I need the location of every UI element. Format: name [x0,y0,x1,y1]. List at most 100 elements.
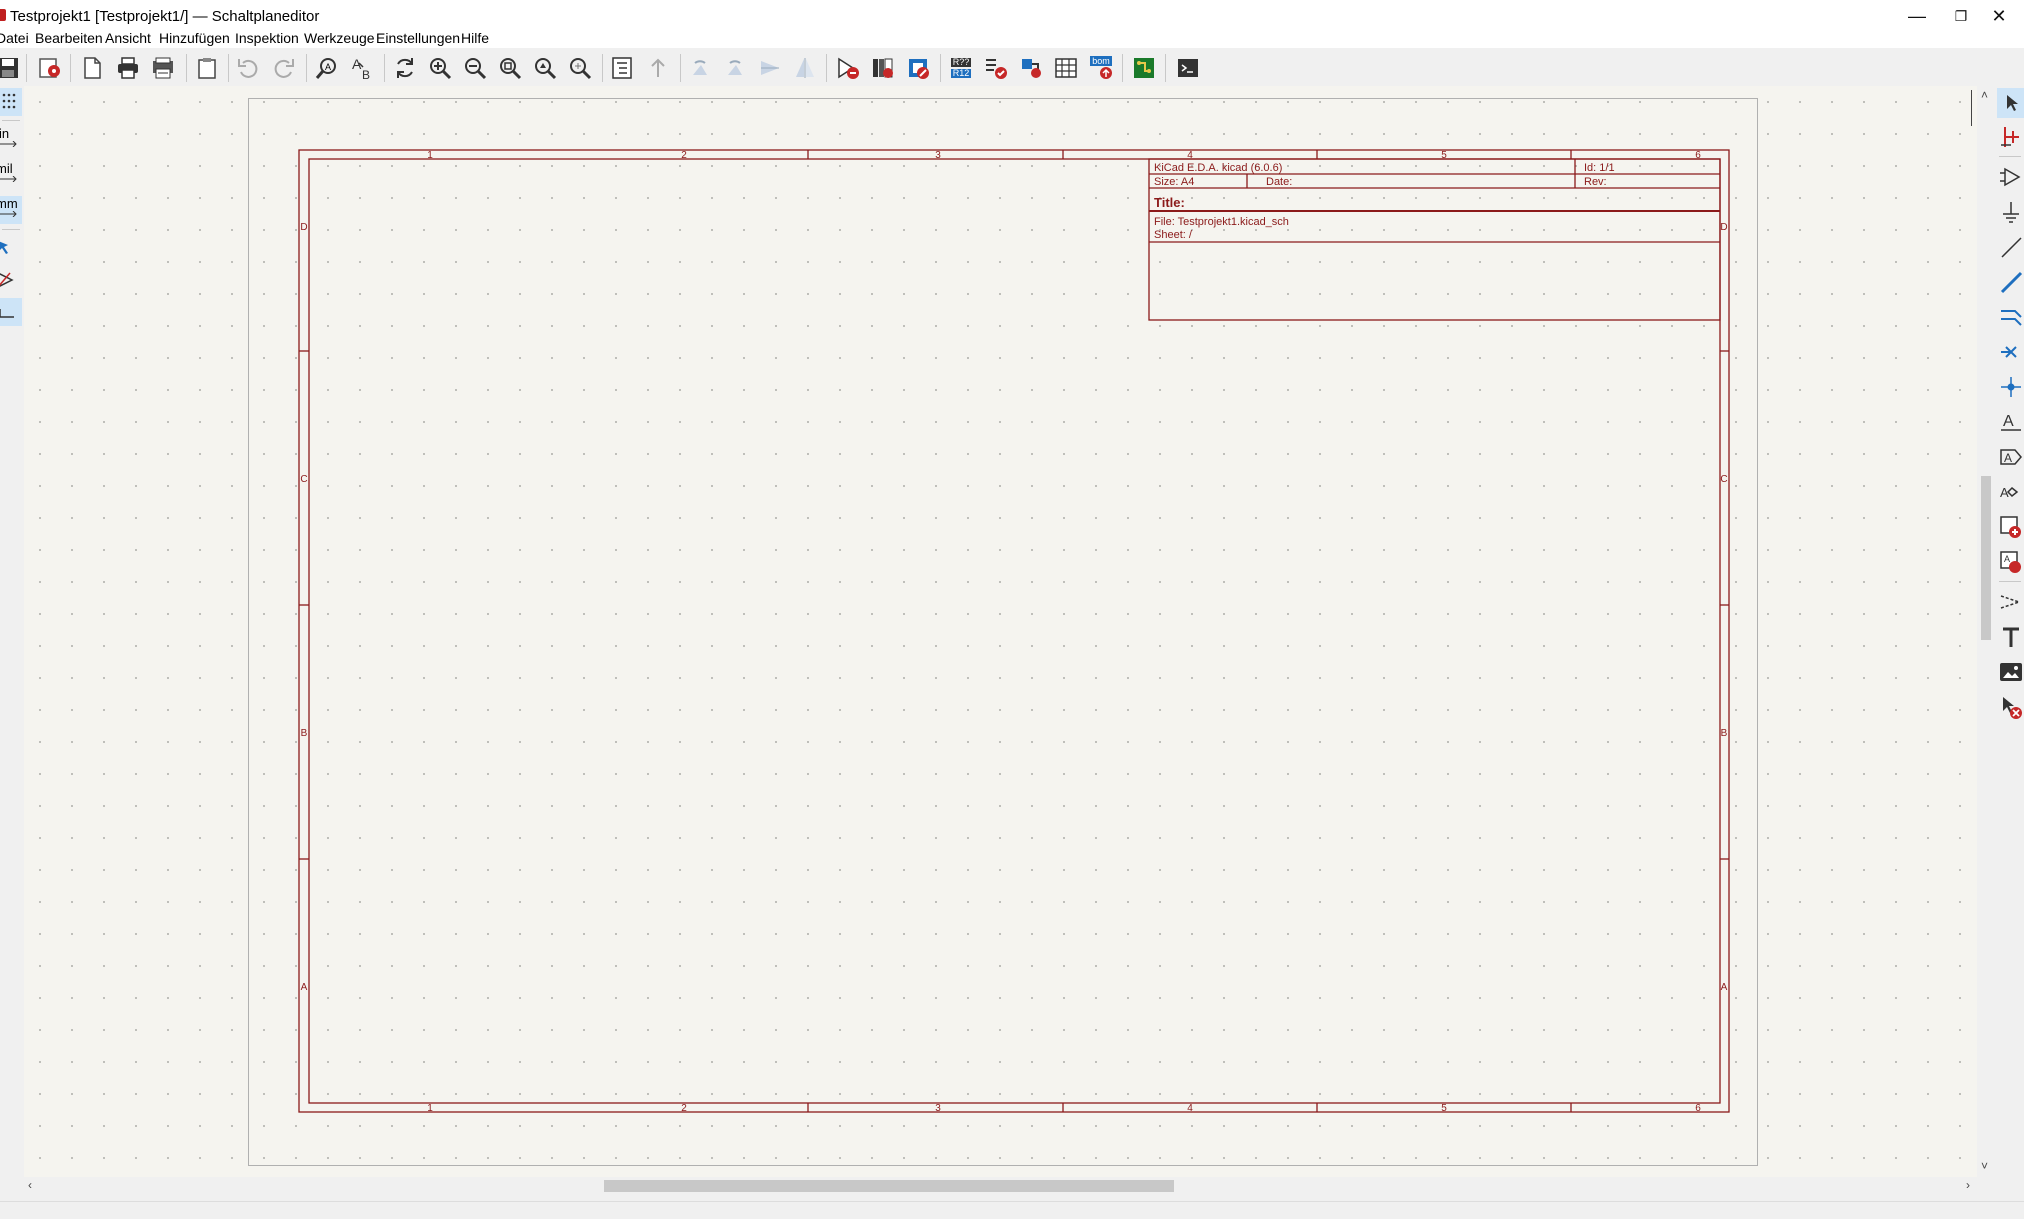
select-tool-button[interactable] [1997,88,2024,118]
find-replace-button[interactable]: AB [348,54,376,82]
rotate-cw-button[interactable] [721,54,749,82]
add-text-button[interactable] [1997,622,2024,652]
add-bus-button[interactable] [1997,267,2024,297]
units-millimeters-button[interactable]: mm [0,196,22,224]
toolbar-separator [1122,54,1123,82]
menu-bearbeiten[interactable]: Bearbeiten [35,30,103,46]
find-button[interactable]: A [313,54,341,82]
netlist-button[interactable] [1017,54,1045,82]
sheet-col-label: 5 [1441,1103,1447,1114]
annotate-badge-bottom: R12 [950,68,972,78]
zoom-fit-button[interactable] [496,54,524,82]
symbol-browser-button[interactable] [869,54,897,82]
plot-icon [153,57,173,79]
add-graphic-line-button[interactable] [1997,587,2024,617]
add-hierarchical-label-button[interactable]: A [1997,477,2024,507]
plot-button[interactable] [149,54,177,82]
sheet-col-label: 6 [1695,1103,1701,1114]
schematic-canvas[interactable]: 1 2 3 4 5 6 1 2 3 4 5 6 D C B A D C B A … [24,86,1989,1177]
menu-inspektion[interactable]: Inspektion [235,30,299,46]
schematic-setup-button[interactable] [36,54,64,82]
toolbar-separator [26,54,27,82]
scroll-down-icon[interactable]: ˅ [1981,1159,1988,1173]
menu-hinzufuegen[interactable]: Hinzufügen [159,30,230,46]
zoom-in-button[interactable] [426,54,454,82]
scroll-left-icon[interactable]: ‹ [28,1178,32,1192]
menu-datei[interactable]: Datei [0,30,29,46]
bom-button[interactable]: bom [1087,54,1115,82]
hidden-pins-button[interactable] [0,266,22,294]
add-label-button[interactable]: A [1997,407,2024,437]
highlight-net-icon [2001,127,2019,147]
add-no-connect-button[interactable] [1997,337,2024,367]
delete-tool-button[interactable] [1997,692,2024,722]
close-button[interactable]: ✕ [1970,0,2024,32]
bus-entry-icon [2001,310,2022,326]
grid-toggle-button[interactable] [0,88,22,116]
line-mode-button[interactable] [0,298,22,326]
redo-button[interactable] [270,54,298,82]
find-replace-icon: AB [352,56,370,81]
add-junction-button[interactable] [1997,372,2024,402]
add-bus-entry-button[interactable] [1997,302,2024,332]
save-button[interactable] [0,54,22,82]
refresh-icon [397,58,413,78]
menu-einstellungen[interactable]: Einstellungen [376,30,460,46]
mirror-horizontal-button[interactable] [791,54,819,82]
symbol-editor-button[interactable] [834,54,862,82]
menu-werkzeuge[interactable]: Werkzeuge [304,30,375,46]
undo-button[interactable] [234,54,262,82]
sheet-col-label: 4 [1187,150,1193,161]
scroll-right-icon[interactable]: › [1966,1178,1970,1192]
units-mils-button[interactable]: mil [0,161,22,189]
mirror-vertical-button[interactable] [756,54,784,82]
hierarchy-navigator-button[interactable] [608,54,636,82]
zoom-objects-button[interactable] [531,54,559,82]
sheet-col-label: 4 [1187,1103,1193,1114]
highlight-net-button[interactable] [1997,122,2024,152]
svg-text:A: A [2004,554,2010,564]
footprint-assign-button[interactable] [904,54,932,82]
hierarchy-icon [612,57,632,79]
horizontal-scroll-thumb[interactable] [604,1180,1174,1192]
import-sheet-pin-button[interactable]: A [1997,547,2024,577]
title-block [1148,158,1721,321]
zoom-selection-button[interactable] [566,54,594,82]
add-power-button[interactable] [1997,197,2024,227]
menu-hilfe[interactable]: Hilfe [461,30,489,46]
scroll-up-icon[interactable]: ˄ [1981,88,1988,102]
page-settings-button[interactable] [78,54,106,82]
add-image-button[interactable] [1997,657,2024,687]
rotate-ccw-button[interactable] [686,54,714,82]
hierarchical-label-icon: A [2000,485,2019,500]
add-wire-button[interactable] [1997,232,2024,262]
units-inches-button[interactable]: in [0,126,22,154]
grid-icon [2,93,16,109]
toolbar-separator [2,229,20,230]
add-symbol-button[interactable] [1997,162,2024,192]
horizontal-scrollbar[interactable]: ‹ › [24,1177,1977,1195]
add-sheet-button[interactable] [1997,512,2024,542]
print-button[interactable] [114,54,142,82]
sheet-col-label: 2 [681,150,687,161]
right-toolbar: A A A A [1995,86,2024,1201]
erc-button[interactable] [982,54,1010,82]
table-icon [1055,58,1077,78]
scripting-console-button[interactable] [1174,54,1202,82]
vertical-scrollbar[interactable]: ˄ ˅ [1977,86,1995,1177]
refresh-button[interactable] [391,54,419,82]
add-global-label-button[interactable]: A [1997,442,2024,472]
annotate-button[interactable]: R?? R12 [947,54,975,82]
cursor-style-button[interactable] [0,234,22,262]
leave-sheet-button[interactable] [644,54,672,82]
symbol-fields-table-button[interactable] [1052,54,1080,82]
rotate-cw-icon [728,60,742,75]
paste-button[interactable] [193,54,221,82]
zoom-selection-icon [570,58,592,80]
pcb-editor-button[interactable] [1130,54,1158,82]
menu-ansicht[interactable]: Ansicht [105,30,151,46]
zoom-out-button[interactable] [461,54,489,82]
sheet-icon [2000,516,2021,538]
vertical-scroll-thumb[interactable] [1981,476,1991,640]
zoom-objects-icon [535,58,557,80]
